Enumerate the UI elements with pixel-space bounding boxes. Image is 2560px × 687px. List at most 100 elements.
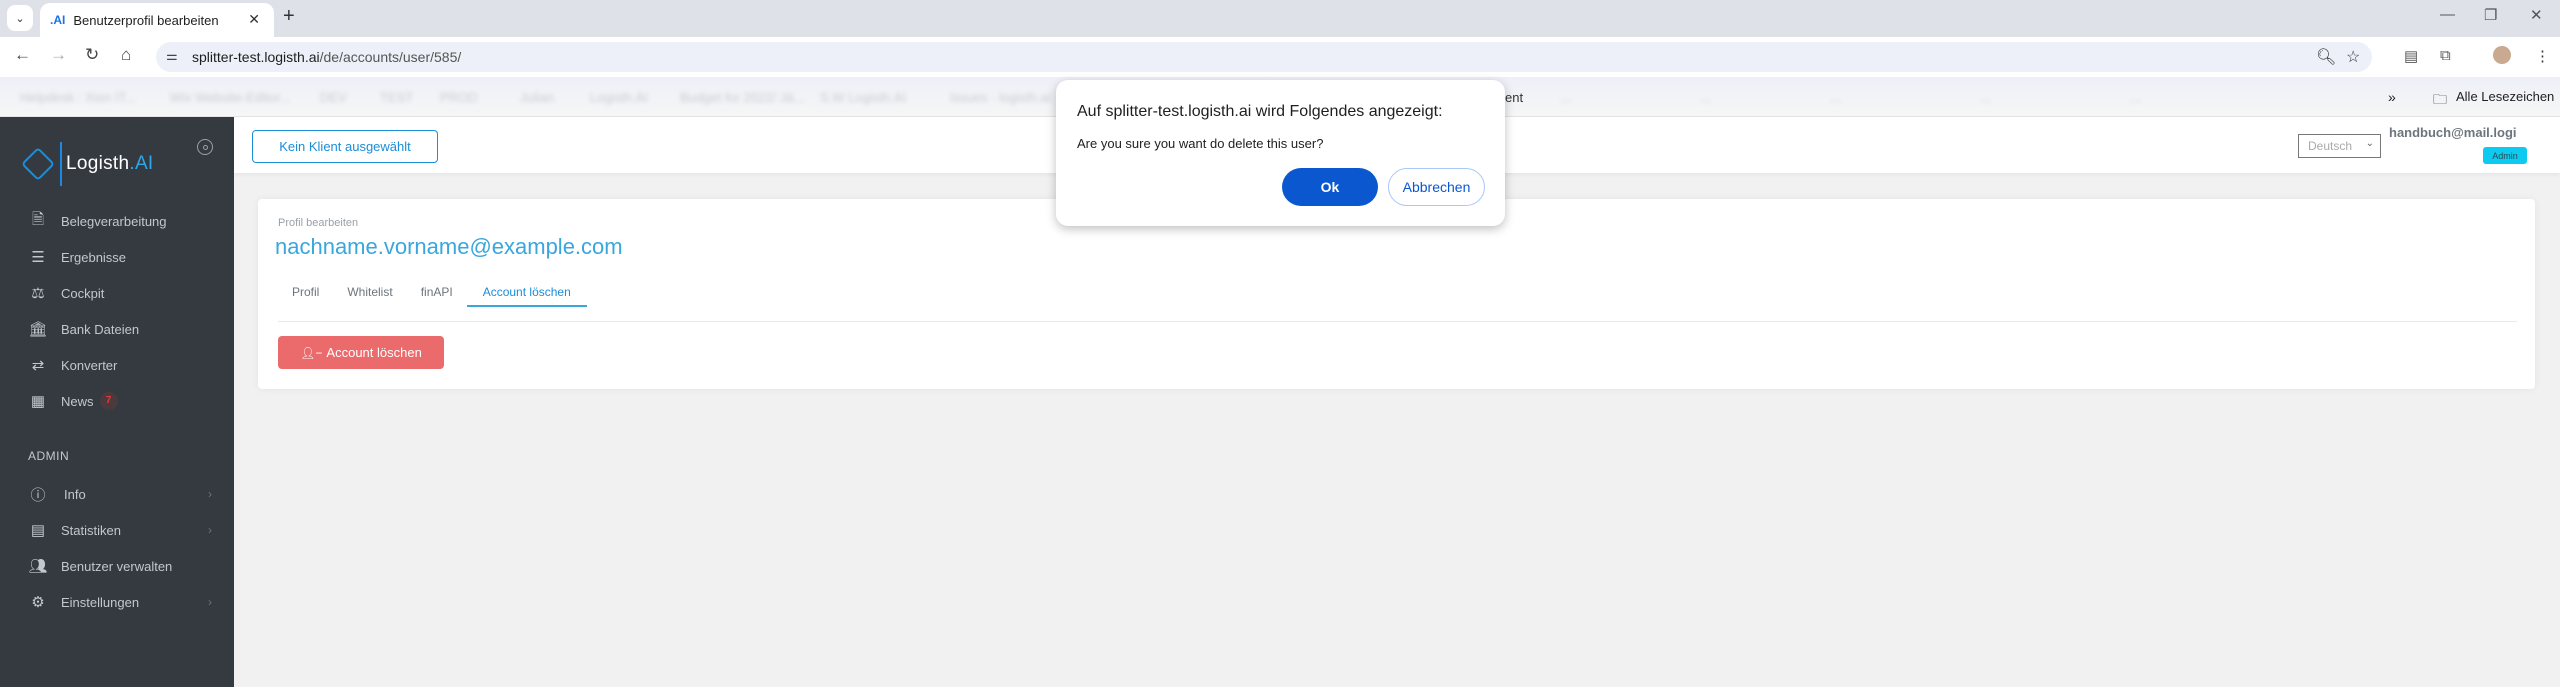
puzzle-icon[interactable]: ⧉ (2440, 47, 2451, 64)
sidebar-item-news[interactable]: ▦ News 7 (0, 386, 234, 416)
forward-button[interactable]: → (50, 45, 67, 65)
sidebar-toggle-icon[interactable] (197, 139, 213, 155)
sidebar-item-statistiken[interactable]: ▤ Statistiken › (0, 515, 234, 545)
browser-toolbar: ← → ↻ ⌂ ⚌ splitter-test.logisth.ai/de/ac… (0, 37, 2560, 77)
profile-card: Profil bearbeiten nachname.vorname@examp… (258, 199, 2535, 389)
users-icon: 👥︎ (28, 558, 48, 575)
info-icon: ⓘ (30, 486, 46, 504)
user-email[interactable]: handbuch@mail.logi (2389, 125, 2517, 140)
sidebar-item-konverter[interactable]: ⇄ Konverter (0, 350, 234, 380)
bookmark-item[interactable]: ... (1830, 90, 1841, 105)
chevron-right-icon: › (208, 595, 212, 609)
role-badge: Admin (2483, 147, 2527, 164)
bookmark-item[interactable]: Wix Website-Editor... (170, 90, 290, 105)
exchange-icon: ⇄ (31, 357, 45, 374)
sidebar-item-label: Bank Dateien (61, 321, 140, 337)
bookmark-item[interactable]: ... (1560, 90, 1571, 105)
bank-icon: 🏛 (28, 321, 48, 338)
address-bar[interactable]: ⚌ splitter-test.logisth.ai/de/accounts/u… (156, 42, 2372, 72)
bookmark-item[interactable]: Logisth.AI (590, 90, 648, 105)
profile-email-title: nachname.vorname@example.com (275, 234, 623, 259)
reload-button[interactable]: ↻ (85, 45, 99, 65)
dialog-title: Auf splitter-test.logisth.ai wird Folgen… (1077, 103, 1443, 120)
logo[interactable]: Logisth.AI (21, 142, 154, 186)
language-value: Deutsch (2308, 139, 2353, 153)
folder-icon: 🗀 (2433, 91, 2447, 107)
sidebar-item-belegverarbeitung[interactable]: 🗎 Belegverarbeitung (0, 206, 234, 236)
sidebar-item-info[interactable]: ⓘ Info › (0, 479, 234, 509)
extension-icon[interactable]: ▤ (2404, 47, 2418, 65)
sidebar-item-cockpit[interactable]: ⚖ Cockpit (0, 278, 234, 308)
kebab-menu-icon[interactable]: ⋮ (2535, 47, 2550, 65)
language-select[interactable]: Deutsch ⌄ (2298, 134, 2381, 158)
reload-icon: ↻ (85, 45, 100, 64)
zoom-out-icon[interactable]: 🔍︎ (2316, 47, 2336, 67)
chevron-down-icon: ⌄ (2365, 138, 2374, 149)
bookmark-item[interactable]: Budget for 2022/ Jä... (680, 90, 804, 105)
sidebar-item-einstellungen[interactable]: ⚙ Einstellungen › (0, 587, 234, 617)
bookmark-item[interactable]: Issues · logisth.ai (950, 90, 1050, 105)
new-tab-button[interactable]: + (283, 5, 295, 28)
profile-avatar[interactable] (2493, 46, 2511, 64)
browser-tab-active[interactable]: .AI Benutzerprofil bearbeiten ✕ (40, 3, 274, 37)
logo-text: Logisth.AI (66, 153, 154, 175)
all-bookmarks[interactable]: Alle Lesezeichen (2456, 89, 2554, 104)
tab-whitelist[interactable]: Whitelist (333, 279, 406, 307)
tab-list-button[interactable]: ⌄ (7, 5, 33, 31)
bookmark-item[interactable]: DEV (320, 90, 347, 105)
sidebar-item-bank-dateien[interactable]: 🏛 Bank Dateien (0, 314, 234, 344)
bookmark-item[interactable]: TEST (380, 90, 413, 105)
cogs-icon: ⚙ (31, 594, 45, 611)
sidebar-item-label: Belegverarbeitung (61, 213, 167, 229)
restore-button[interactable]: ❐ (2484, 6, 2497, 24)
more-bookmarks-icon[interactable]: » (2388, 89, 2396, 105)
delete-account-label: Account löschen (326, 345, 422, 360)
chevron-right-icon: › (208, 523, 212, 537)
bookmark-item[interactable]: Helpdesk : Xion IT... (20, 90, 136, 105)
minimize-button[interactable]: — (2440, 6, 2455, 23)
cancel-button[interactable]: Abbrechen (1388, 168, 1485, 206)
window-close-button[interactable]: ✕ (2530, 6, 2543, 24)
bookmark-item[interactable]: ... (1700, 90, 1711, 105)
sidebar-item-label: Konverter (61, 357, 118, 373)
sidebar-item-label: Statistiken (61, 522, 121, 538)
book-icon: ▤ (30, 522, 46, 539)
bookmark-item[interactable]: ent (1505, 90, 1523, 105)
back-button[interactable]: ← (14, 45, 31, 65)
arrow-left-icon: ← (14, 45, 31, 64)
admin-section-heading: ADMIN (28, 449, 70, 463)
tab-finapi[interactable]: finAPI (407, 279, 467, 307)
logo-suffix: .AI (129, 153, 154, 174)
profile-tabs: Profil Whitelist finAPI Account löschen (278, 279, 587, 307)
url-path: /de/accounts/user/585/ (319, 49, 462, 65)
sidebar-item-benutzer-verwalten[interactable]: 👥︎ Benutzer verwalten (0, 551, 234, 581)
ok-button[interactable]: Ok (1282, 168, 1378, 206)
tab-profil[interactable]: Profil (278, 279, 333, 307)
sidebar-item-ergebnisse[interactable]: ☰ Ergebnisse (0, 242, 234, 272)
plus-icon: + (283, 5, 295, 27)
close-icon[interactable]: ✕ (248, 11, 260, 28)
bookmark-item[interactable]: ... (1980, 90, 1991, 105)
bookmark-item[interactable]: Julian (520, 90, 554, 105)
delete-account-button[interactable]: 👤︎− Account löschen (278, 336, 444, 369)
bookmark-item[interactable]: PROD (440, 90, 478, 105)
newspaper-icon: ▦ (30, 393, 46, 410)
star-icon[interactable]: ☆ (2346, 47, 2360, 67)
arrow-right-icon: → (50, 45, 67, 64)
tune-icon[interactable]: ⚌ (166, 48, 178, 64)
news-count-badge: 7 (99, 392, 118, 410)
sidebar-item-label: Ergebnisse (61, 249, 127, 265)
client-select-button[interactable]: Kein Klient ausgewählt (252, 130, 438, 163)
tab-title: Benutzerprofil bearbeiten (73, 12, 219, 28)
logo-name: Logisth (66, 153, 130, 174)
bookmark-item[interactable]: S.W Logisth.AI (820, 90, 906, 105)
bookmark-item[interactable]: ... (2130, 90, 2141, 105)
chevron-down-icon: ⌄ (15, 12, 25, 25)
sidebar-item-label: Cockpit (61, 285, 105, 301)
tabs-divider (278, 321, 2517, 322)
home-button[interactable]: ⌂ (121, 45, 131, 65)
chevron-right-icon: › (208, 487, 212, 501)
favicon-icon: .AI (50, 13, 66, 27)
url-text[interactable]: splitter-test.logisth.ai/de/accounts/use… (192, 49, 461, 65)
tab-account-loeschen[interactable]: Account löschen (466, 279, 587, 307)
